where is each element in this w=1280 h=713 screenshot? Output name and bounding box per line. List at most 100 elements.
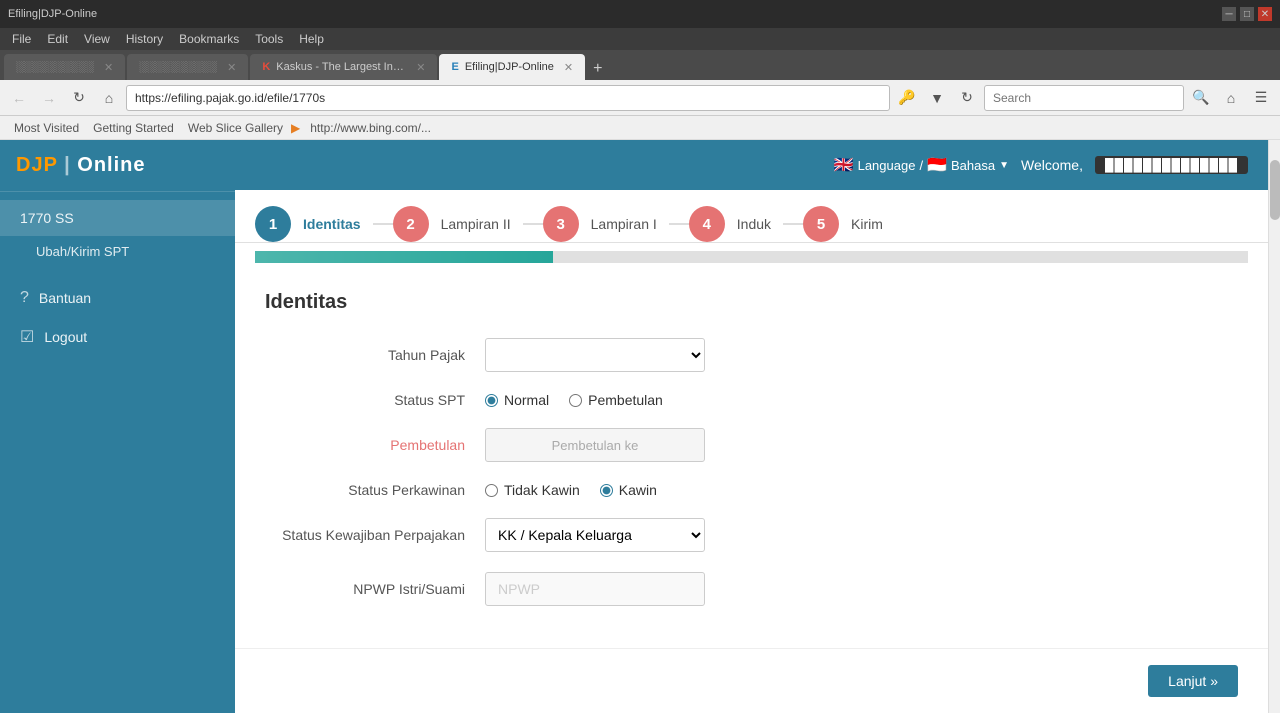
- form-container: Identitas Tahun Pajak 2014 2013 Status S…: [235, 271, 1268, 648]
- radio-kawin-label: Kawin: [619, 482, 657, 498]
- kaskus-favicon: K: [262, 61, 270, 73]
- status-perkawinan-field: Tidak Kawin Kawin: [485, 482, 785, 498]
- tab-efiling[interactable]: E Efiling|DJP-Online ✕: [439, 54, 585, 80]
- radio-tidak-kawin-input[interactable]: [485, 484, 498, 497]
- tab-kaskus-close[interactable]: ✕: [416, 61, 425, 74]
- step-5[interactable]: 5 Kirim: [803, 206, 895, 242]
- flag-id: 🇮🇩: [927, 155, 947, 175]
- bookmark-most-visited[interactable]: Most Visited: [8, 119, 85, 137]
- form-title: Identitas: [265, 291, 1238, 314]
- sidebar-item-1770ss[interactable]: 1770 SS: [0, 200, 235, 236]
- radio-tidak-kawin[interactable]: Tidak Kawin: [485, 482, 580, 498]
- forward-button[interactable]: →: [36, 85, 62, 111]
- radio-pembetulan[interactable]: Pembetulan: [569, 392, 663, 408]
- step-5-label: Kirim: [839, 216, 895, 232]
- bookmark-getting-started-label: Getting Started: [93, 121, 174, 135]
- bookmark-bing[interactable]: http://www.bing.com/...: [304, 119, 437, 137]
- reload-button[interactable]: ↻: [66, 85, 92, 111]
- home-icon-btn[interactable]: ⌂: [1218, 85, 1244, 111]
- address-bar[interactable]: [126, 85, 890, 111]
- step-4-circle: 4: [689, 206, 725, 242]
- npwp-input-display: NPWP: [485, 572, 705, 606]
- radio-kawin[interactable]: Kawin: [600, 482, 657, 498]
- header-right: 🇬🇧 Language / 🇮🇩 Bahasa ▼ Welcome, █████…: [834, 155, 1248, 175]
- menu-bookmarks[interactable]: Bookmarks: [171, 30, 247, 48]
- title-bar-left: Efiling|DJP-Online: [8, 8, 97, 20]
- sidebar-item-bantuan[interactable]: ? Bantuan: [0, 279, 235, 317]
- bookmark-getting-started[interactable]: Getting Started: [87, 119, 180, 137]
- sidebar-item-logout[interactable]: ☑ Logout: [0, 317, 235, 357]
- scrollbar[interactable]: [1268, 140, 1280, 713]
- efiling-favicon: E: [451, 61, 458, 73]
- bookmarks-bar: Most Visited Getting Started Web Slice G…: [0, 116, 1280, 140]
- search-button[interactable]: 🔍: [1188, 85, 1214, 111]
- tab-2-label: ░░░░░░░░░░: [139, 61, 217, 73]
- tab-kaskus[interactable]: K Kaskus - The Largest Indon... ✕: [250, 54, 437, 80]
- pembetulan-input: Pembetulan ke: [485, 428, 705, 462]
- logout-icon: ☑: [20, 327, 34, 347]
- scrollbar-thumb[interactable]: [1270, 160, 1280, 220]
- menu-icon-btn[interactable]: ☰: [1248, 85, 1274, 111]
- menu-help[interactable]: Help: [291, 30, 332, 48]
- menu-file[interactable]: File: [4, 30, 39, 48]
- status-spt-row: Status SPT Normal Pembetulan: [265, 392, 1238, 408]
- tahun-pajak-label: Tahun Pajak: [265, 347, 485, 363]
- menu-bar: File Edit View History Bookmarks Tools H…: [0, 28, 1280, 50]
- language-switcher[interactable]: 🇬🇧 Language / 🇮🇩 Bahasa ▼: [834, 155, 1009, 175]
- sidebar-item-1770ss-label: 1770 SS: [20, 210, 74, 226]
- steps: 1 Identitas 2 Lampiran II 3 Lampiran: [255, 206, 1248, 242]
- logo-pipe: |: [58, 154, 78, 176]
- npwp-placeholder: NPWP: [498, 581, 540, 597]
- radio-pembetulan-input[interactable]: [569, 394, 582, 407]
- menu-history[interactable]: History: [118, 30, 171, 48]
- tab-1-close[interactable]: ✕: [104, 61, 113, 74]
- status-kewajiban-select[interactable]: KK / Kepala Keluarga HB / Hidup Berpisah…: [485, 518, 705, 552]
- radio-kawin-input[interactable]: [600, 484, 613, 497]
- status-kewajiban-field: KK / Kepala Keluarga HB / Hidup Berpisah…: [485, 518, 785, 552]
- menu-view[interactable]: View: [76, 30, 118, 48]
- tab-1-label: ░░░░░░░░░░: [16, 61, 94, 73]
- step-1[interactable]: 1 Identitas: [255, 206, 373, 242]
- radio-normal[interactable]: Normal: [485, 392, 549, 408]
- step-2-label: Lampiran II: [429, 216, 523, 232]
- back-button[interactable]: ←: [6, 85, 32, 111]
- minimize-button[interactable]: ─: [1222, 7, 1236, 21]
- sidebar-item-ubah-kirim[interactable]: Ubah/Kirim SPT: [0, 236, 235, 267]
- maximize-button[interactable]: □: [1240, 7, 1254, 21]
- logo-online: Online: [77, 154, 145, 176]
- status-perkawinan-row: Status Perkawinan Tidak Kawin Kawin: [265, 482, 1238, 498]
- nav-bar: ← → ↻ ⌂ 🔑 ▼ ↻ 🔍 ⌂ ☰: [0, 80, 1280, 116]
- radio-normal-input[interactable]: [485, 394, 498, 407]
- steps-bar: 1 Identitas 2 Lampiran II 3 Lampiran: [235, 190, 1268, 243]
- step-1-number: 1: [269, 216, 277, 233]
- step-2[interactable]: 2 Lampiran II: [393, 206, 523, 242]
- status-perkawinan-label: Status Perkawinan: [265, 482, 485, 498]
- logo: DJP | Online: [16, 154, 219, 177]
- page-title-text: Efiling|DJP-Online: [8, 8, 97, 20]
- radio-pembetulan-label: Pembetulan: [588, 392, 663, 408]
- menu-edit[interactable]: Edit: [39, 30, 76, 48]
- bookmark-web-slice[interactable]: Web Slice Gallery: [182, 119, 289, 137]
- tab-2[interactable]: ░░░░░░░░░░ ✕: [127, 54, 248, 80]
- pembetulan-button-label: Pembetulan ke: [498, 438, 692, 453]
- tab-1[interactable]: ░░░░░░░░░░ ✕: [4, 54, 125, 80]
- tahun-pajak-select[interactable]: 2014 2013: [485, 338, 705, 372]
- home-button[interactable]: ⌂: [96, 85, 122, 111]
- step-connector-1-2: [373, 223, 393, 225]
- search-bar[interactable]: [984, 85, 1184, 111]
- step-4[interactable]: 4 Induk: [689, 206, 783, 242]
- refresh-icon[interactable]: ↻: [954, 85, 980, 111]
- dropdown-icon[interactable]: ▼: [924, 85, 950, 111]
- step-3-circle: 3: [543, 206, 579, 242]
- close-button[interactable]: ✕: [1258, 7, 1272, 21]
- next-button[interactable]: Lanjut »: [1148, 665, 1238, 697]
- bookmark-web-slice-label: Web Slice Gallery: [188, 121, 283, 135]
- tab-efiling-close[interactable]: ✕: [564, 61, 573, 74]
- status-kewajiban-label: Status Kewajiban Perpajakan: [265, 527, 485, 543]
- step-3[interactable]: 3 Lampiran I: [543, 206, 669, 242]
- new-tab-button[interactable]: +: [587, 60, 608, 78]
- radio-normal-label: Normal: [504, 392, 549, 408]
- tab-2-close[interactable]: ✕: [227, 61, 236, 74]
- progress-fill: [255, 251, 553, 263]
- menu-tools[interactable]: Tools: [247, 30, 291, 48]
